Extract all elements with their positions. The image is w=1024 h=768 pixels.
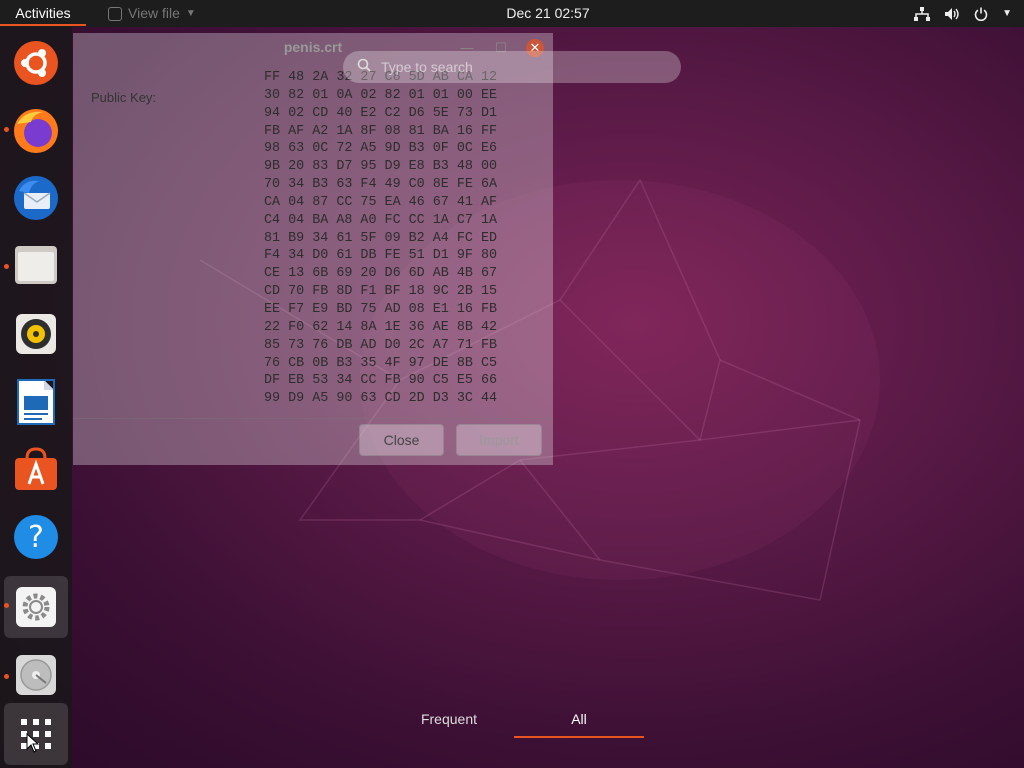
hex-line: 70 34 B3 63 F4 49 C0 8E FE 6A bbox=[264, 177, 498, 193]
volume-icon[interactable] bbox=[944, 7, 960, 21]
ubuntu-software-icon bbox=[15, 447, 57, 490]
dock-item-disk[interactable] bbox=[4, 644, 68, 706]
libreoffice-writer-icon bbox=[17, 379, 55, 425]
rhythmbox-icon bbox=[16, 314, 56, 354]
running-indicator bbox=[4, 603, 9, 608]
hex-line: 99 D9 A5 90 63 CD 2D D3 3C 44 bbox=[264, 391, 498, 407]
hex-line: C4 04 BA A8 A0 FC CC 1A C7 1A bbox=[264, 212, 498, 228]
thunderbird-icon bbox=[14, 176, 58, 220]
hex-line: CA 04 87 CC 75 EA 46 67 41 AF bbox=[264, 194, 498, 210]
import-button[interactable]: Import bbox=[456, 424, 542, 456]
hex-line: FB AF A2 1A 8F 08 81 BA 16 FF bbox=[264, 123, 498, 139]
system-tray[interactable]: ▼ bbox=[914, 0, 1012, 27]
dock: ? bbox=[0, 27, 72, 768]
chevron-down-icon: ▼ bbox=[185, 8, 196, 19]
search-icon bbox=[357, 58, 371, 77]
hex-line: 98 63 0C 72 A5 9D B3 0F 0C E6 bbox=[264, 141, 498, 157]
dock-item-files[interactable] bbox=[4, 234, 68, 296]
running-indicator bbox=[4, 264, 9, 269]
hex-line: DF EB 53 34 CC FB 90 C5 E5 66 bbox=[264, 373, 498, 389]
ubuntu-icon bbox=[14, 41, 58, 85]
firefox-icon bbox=[14, 109, 58, 153]
dock-item-libreoffice-writer[interactable] bbox=[4, 371, 68, 433]
hex-line: 30 82 01 0A 02 82 01 01 00 EE bbox=[264, 87, 498, 103]
dock-item-firefox[interactable] bbox=[4, 100, 68, 162]
chevron-down-icon[interactable]: ▼ bbox=[1002, 8, 1012, 19]
mouse-cursor-icon bbox=[26, 733, 40, 753]
app-menu-label: View file bbox=[128, 5, 180, 21]
hex-line: CD 70 FB 8D F1 BF 18 9C 2B 15 bbox=[264, 284, 498, 300]
running-indicator bbox=[4, 674, 9, 679]
public-key-label: Public Key: bbox=[91, 90, 157, 105]
hex-line: 81 B9 34 61 5F 09 B2 A4 FC ED bbox=[264, 230, 498, 246]
hex-line: F4 34 D0 61 DB FE 51 D1 9F 80 bbox=[264, 248, 498, 264]
app-menu[interactable]: View file ▼ bbox=[108, 0, 196, 27]
dialog-separator bbox=[73, 418, 553, 419]
close-button[interactable]: Close bbox=[359, 424, 444, 456]
dock-item-rhythmbox[interactable] bbox=[4, 303, 68, 365]
hex-line: EE F7 E9 BD 75 AD 08 E1 16 FB bbox=[264, 301, 498, 317]
dock-item-help[interactable]: ? bbox=[4, 506, 68, 568]
settings-icon bbox=[16, 587, 56, 627]
files-icon bbox=[15, 246, 57, 284]
hex-line: 22 F0 62 14 8A 1E 36 AE 8B 42 bbox=[264, 319, 498, 335]
disk-icon bbox=[16, 655, 56, 695]
top-bar: Activities View file ▼ Dec 21 02:57 ▼ bbox=[0, 0, 1024, 27]
activities-button[interactable]: Activities bbox=[0, 0, 86, 26]
clock[interactable]: Dec 21 02:57 bbox=[506, 5, 589, 21]
tab-frequent[interactable]: Frequent bbox=[384, 704, 514, 738]
hex-line: 94 02 CD 40 E2 C2 D6 5E 73 D1 bbox=[264, 105, 498, 121]
dock-item-settings[interactable] bbox=[4, 576, 68, 638]
app-menu-icon bbox=[108, 6, 122, 21]
certificate-viewer-dialog: penis.crt — ☐ ✕ Public Key: FF 48 2A 32 … bbox=[73, 33, 553, 465]
tab-all[interactable]: All bbox=[514, 704, 644, 738]
power-icon[interactable] bbox=[974, 7, 988, 21]
running-indicator bbox=[4, 127, 9, 132]
hex-line: CE 13 6B 69 20 D6 6D AB 4B 67 bbox=[264, 266, 498, 282]
public-key-hex: FF 48 2A 32 27 C8 5D AB CA 12 30 82 01 0A… bbox=[264, 69, 497, 408]
hex-line: 85 73 76 DB AD D0 2C A7 71 FB bbox=[264, 337, 498, 353]
network-icon[interactable] bbox=[914, 6, 931, 21]
dock-item-ubuntu-software[interactable] bbox=[4, 438, 68, 500]
dock-item-ubuntu[interactable] bbox=[4, 32, 68, 94]
overview-tabs: Frequent All bbox=[384, 704, 644, 738]
hex-line: 76 CB 0B B3 35 4F 97 DE 8B C5 bbox=[264, 355, 498, 371]
help-icon: ? bbox=[14, 515, 58, 559]
search-input[interactable] bbox=[379, 58, 681, 76]
dock-item-thunderbird[interactable] bbox=[4, 167, 68, 229]
hex-line: 9B 20 83 D7 95 D9 E8 B3 48 00 bbox=[264, 159, 498, 175]
overview-search[interactable] bbox=[343, 51, 681, 83]
svg-text:?: ? bbox=[28, 520, 44, 555]
